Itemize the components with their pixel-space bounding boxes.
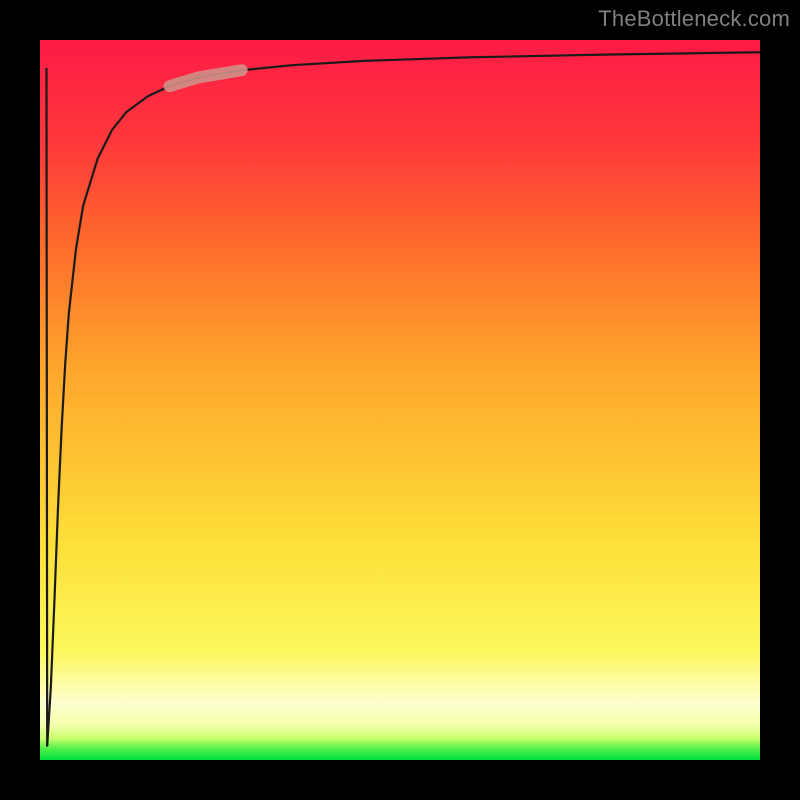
watermark-text: TheBottleneck.com	[598, 6, 790, 32]
spike-line	[46, 69, 47, 746]
chart-container: TheBottleneck.com	[0, 0, 800, 800]
main-curve-line	[47, 52, 760, 745]
plot-area	[40, 40, 760, 760]
curve-svg	[40, 40, 760, 760]
highlight-segment	[170, 70, 242, 86]
